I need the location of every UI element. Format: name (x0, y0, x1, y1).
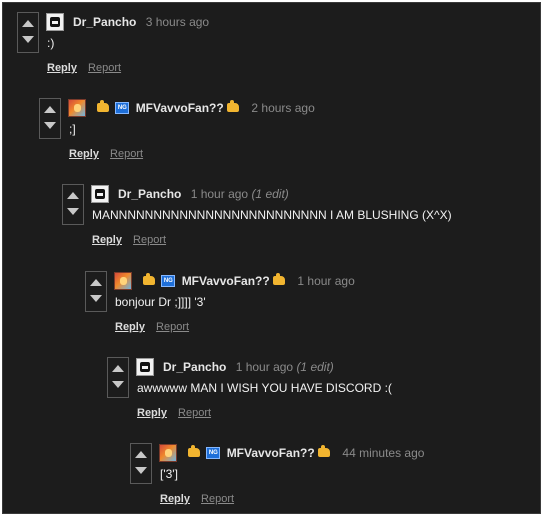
hand-icon (273, 273, 286, 286)
comment-timestamp: 1 hour ago (297, 274, 355, 288)
comment-body: ;] (69, 122, 76, 136)
mfvavvofan-avatar[interactable] (68, 99, 86, 117)
upvote-button[interactable] (112, 365, 124, 372)
report-link[interactable]: Report (178, 407, 211, 419)
mfvavvofan-avatar[interactable] (159, 444, 177, 462)
username-link[interactable]: MFVavvoFan?? (136, 101, 224, 115)
vote-controls (107, 357, 129, 398)
report-link[interactable]: Report (133, 234, 166, 246)
comment-timestamp: 1 hour ago (190, 187, 249, 201)
upvote-button[interactable] (22, 20, 34, 27)
downvote-button[interactable] (90, 295, 102, 302)
mfvavvofan-avatar[interactable] (114, 272, 132, 290)
comment-actions: Reply Report (47, 61, 121, 75)
reply-link[interactable]: Reply (160, 493, 190, 505)
vote-controls (130, 443, 152, 484)
comment-thread: Dr_Pancho 3 hours ago :) Reply Report NG… (2, 2, 541, 514)
edit-indicator[interactable]: (1 edit) (251, 187, 288, 201)
report-link[interactable]: Report (110, 148, 143, 160)
comment-actions: Reply Report (69, 147, 143, 161)
username-link[interactable]: Dr_Pancho (163, 360, 226, 374)
report-link[interactable]: Report (88, 62, 121, 74)
comment-meta: NG MFVavvoFan?? 2 hours ago (97, 98, 315, 118)
comment-actions: Reply Report (92, 233, 166, 247)
comment-body: :) (47, 36, 55, 50)
username-link[interactable]: Dr_Pancho (118, 187, 181, 201)
report-link[interactable]: Report (201, 493, 234, 505)
comment-meta: Dr_Pancho 3 hours ago (73, 12, 209, 32)
edit-indicator[interactable]: (1 edit) (296, 360, 333, 374)
comment-body: awwwww MAN I WISH YOU HAVE DISCORD :( (137, 381, 392, 395)
comment-body: ['3'] (160, 467, 178, 481)
comment-meta: Dr_Pancho 1 hour ago (1 edit) (118, 184, 289, 204)
dr-pancho-avatar[interactable] (136, 358, 154, 376)
hand-icon (227, 100, 240, 113)
downvote-button[interactable] (112, 381, 124, 388)
comment-timestamp: 2 hours ago (251, 101, 315, 115)
upvote-button[interactable] (135, 451, 147, 458)
reply-link[interactable]: Reply (47, 62, 77, 74)
ng-icon: NG (206, 446, 221, 459)
vote-controls (39, 98, 61, 139)
comment-body: MANNNNNNNNNNNNNNNNNNNNNNNNN I AM BLUSHIN… (92, 208, 452, 222)
reply-link[interactable]: Reply (115, 321, 145, 333)
reply-link[interactable]: Reply (137, 407, 167, 419)
vote-controls (62, 184, 84, 225)
comment-meta: NG MFVavvoFan?? 1 hour ago (143, 271, 355, 291)
comment-actions: Reply Report (137, 406, 211, 420)
comment-timestamp: 1 hour ago (235, 360, 294, 374)
reply-link[interactable]: Reply (69, 148, 99, 160)
ng-icon: NG (161, 274, 176, 287)
comment-meta: Dr_Pancho 1 hour ago (1 edit) (163, 357, 334, 377)
username-link[interactable]: MFVavvoFan?? (227, 446, 315, 460)
comment-actions: Reply Report (115, 320, 189, 334)
hand-icon (318, 445, 331, 458)
upvote-button[interactable] (67, 192, 79, 199)
ng-icon: NG (115, 101, 130, 114)
comment-meta: NG MFVavvoFan?? 44 minutes ago (188, 443, 424, 463)
upvote-button[interactable] (44, 106, 56, 113)
downvote-button[interactable] (135, 467, 147, 474)
username-link[interactable]: Dr_Pancho (73, 15, 136, 29)
hand-icon (97, 100, 109, 113)
upvote-button[interactable] (90, 279, 102, 286)
hand-icon (143, 273, 155, 286)
report-link[interactable]: Report (156, 321, 189, 333)
comment-actions: Reply Report (160, 492, 234, 506)
hand-icon (188, 445, 200, 458)
reply-link[interactable]: Reply (92, 234, 122, 246)
downvote-button[interactable] (44, 122, 56, 129)
comment-body: bonjour Dr ;]]]] '3' (115, 295, 206, 309)
downvote-button[interactable] (67, 208, 79, 215)
vote-controls (85, 271, 107, 312)
comment-timestamp: 3 hours ago (145, 15, 210, 29)
comment-timestamp: 44 minutes ago (342, 446, 425, 460)
username-link[interactable]: MFVavvoFan?? (182, 274, 270, 288)
downvote-button[interactable] (22, 36, 34, 43)
dr-pancho-avatar[interactable] (91, 185, 109, 203)
dr-pancho-avatar[interactable] (46, 13, 64, 31)
vote-controls (17, 12, 39, 53)
